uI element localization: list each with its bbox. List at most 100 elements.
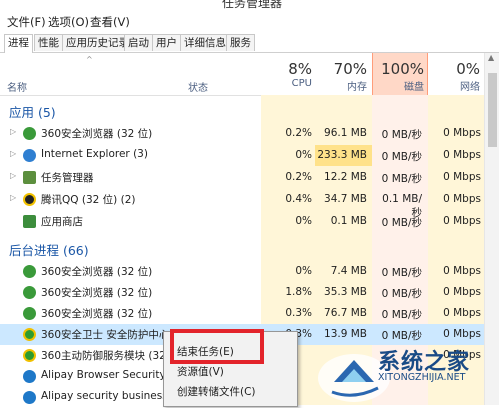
process-name: 360安全浏览器 (32 位) <box>41 266 153 278</box>
tab-app-history[interactable]: 应用历史记录 <box>62 34 133 51</box>
net-value: 0 Mbps <box>443 127 481 139</box>
disk-value: 0 MB/秒 <box>381 217 422 229</box>
header-disk[interactable]: 100% 磁盘 <box>372 53 428 95</box>
cpu-value: 0% <box>295 265 312 277</box>
header-cpu-label: CPU <box>291 78 312 89</box>
cpu-value: 0.3% <box>285 307 312 319</box>
group-background[interactable]: 后台进程 (66) <box>9 240 89 259</box>
process-name: 腾讯QQ (32 位) (2) <box>41 194 136 206</box>
browser-360-icon <box>23 265 36 278</box>
browser-360-icon <box>23 127 36 140</box>
process-row[interactable]: ▷ Internet Explorer (3) 0% 233.3 MB 0 MB… <box>0 145 484 166</box>
watermark-subtext: XITONGZHIJIA.NET <box>378 372 466 383</box>
window-title: 任务管理器 <box>222 0 283 10</box>
mem-value: 34.7 MB <box>324 193 367 205</box>
header-mem-label: 内存 <box>347 82 367 93</box>
expand-arrow-icon[interactable]: ▷ <box>10 149 16 158</box>
header-cpu-pct: 8% <box>288 60 312 78</box>
app-store-icon <box>23 215 36 228</box>
process-name: 360安全浏览器 (32 位) <box>41 287 153 299</box>
security-360-icon <box>23 328 36 341</box>
tab-performance[interactable]: 性能 <box>34 34 63 51</box>
net-value: 0 Mbps <box>443 265 481 277</box>
cpu-value: 0.2% <box>285 127 312 139</box>
column-header: ^ 名称 状态 8% CPU 70% 内存 100% 磁盘 0% 网络 <box>0 53 499 96</box>
menu-view[interactable]: 查看(V) <box>90 14 130 30</box>
header-cpu[interactable]: 8% CPU <box>261 53 312 95</box>
header-disk-label: 磁盘 <box>404 82 424 93</box>
ctx-create-dump[interactable]: 创建转储文件(C) <box>177 384 256 399</box>
process-name: 360安全浏览器 (32 位) <box>41 128 153 140</box>
net-value: 0 Mbps <box>443 171 481 183</box>
alipay-icon <box>23 391 36 404</box>
process-row[interactable]: 应用商店 0% 0.1 MB 0 MB/秒 0 Mbps <box>0 211 484 232</box>
expand-arrow-icon[interactable]: ▷ <box>10 193 16 202</box>
mem-value: 76.7 MB <box>324 307 367 319</box>
process-row[interactable]: ▷ 腾讯QQ (32 位) (2) 0.4% 34.7 MB 0.1 MB/秒 … <box>0 189 484 219</box>
net-value: 0 Mbps <box>443 307 481 319</box>
task-manager-icon <box>23 171 36 184</box>
tab-bar: 进程 性能 应用历史记录 启动 用户 详细信息 服务 <box>0 33 499 53</box>
highlight-box <box>170 329 264 364</box>
tab-users[interactable]: 用户 <box>152 34 181 51</box>
qq-penguin-icon <box>23 193 36 206</box>
header-memory[interactable]: 70% 内存 <box>315 53 367 95</box>
expand-arrow-icon[interactable]: ▷ <box>10 127 16 136</box>
header-network[interactable]: 0% 网络 <box>428 53 480 95</box>
menu-options[interactable]: 选项(O) <box>48 14 89 30</box>
header-disk-pct: 100% <box>381 60 424 78</box>
cpu-value: 0.4% <box>285 193 312 205</box>
ctx-resource-values[interactable]: 资源值(V) <box>177 364 224 379</box>
defense-360-icon <box>23 349 36 362</box>
net-value: 0 Mbps <box>443 149 481 161</box>
process-name: 任务管理器 <box>41 172 94 184</box>
scroll-thumb[interactable] <box>488 73 497 147</box>
mem-value: 96.1 MB <box>324 127 367 139</box>
process-row[interactable]: 360安全浏览器 (32 位) 0.3% 76.7 MB 0 MB/秒 0 Mb… <box>0 303 484 324</box>
menu-bar: 文件(F) 选项(O) 查看(V) <box>0 12 499 32</box>
mem-value: 7.4 MB <box>330 265 367 277</box>
cpu-value: 1.8% <box>285 286 312 298</box>
browser-360-icon <box>23 307 36 320</box>
header-status[interactable]: 状态 <box>188 79 208 94</box>
group-apps[interactable]: 应用 (5) <box>9 102 56 121</box>
process-row[interactable]: ▷ 任务管理器 0.2% 12.2 MB 0 MB/秒 0 Mbps <box>0 167 484 188</box>
net-value: 0 Mbps <box>443 286 481 298</box>
disk-value: 0 MB/秒 <box>381 267 422 279</box>
mem-value: 233.3 MB <box>317 149 367 161</box>
process-row[interactable]: 360安全浏览器 (32 位) 1.8% 35.3 MB 0 MB/秒 0 Mb… <box>0 282 484 303</box>
mem-value: 0.1 MB <box>330 215 367 227</box>
process-name: Internet Explorer (3) <box>41 148 148 160</box>
process-row[interactable]: ▷ 360安全浏览器 (32 位) 0.2% 96.1 MB 0 MB/秒 0 … <box>0 123 484 144</box>
disk-value: 0 MB/秒 <box>381 151 422 163</box>
expand-arrow-icon[interactable]: ▷ <box>10 171 16 180</box>
browser-360-icon <box>23 286 36 299</box>
tab-startup[interactable]: 启动 <box>124 34 153 51</box>
tab-services[interactable]: 服务 <box>226 34 255 51</box>
internet-explorer-icon <box>23 149 36 162</box>
mem-value: 12.2 MB <box>324 171 367 183</box>
alipay-icon <box>23 370 36 383</box>
disk-value: 0 MB/秒 <box>381 173 422 185</box>
title-bar: 任务管理器 <box>0 0 499 12</box>
tab-processes[interactable]: 进程 <box>4 34 33 53</box>
tab-details[interactable]: 详细信息 <box>180 34 230 51</box>
process-row[interactable]: 360安全浏览器 (32 位) 0% 7.4 MB 0 MB/秒 0 Mbps <box>0 261 484 282</box>
cpu-value: 0% <box>295 149 312 161</box>
sort-arrow-icon: ^ <box>86 55 93 64</box>
cpu-value: 0.2% <box>285 171 312 183</box>
menu-file[interactable]: 文件(F) <box>7 14 46 30</box>
disk-value: 0 MB/秒 <box>381 309 422 321</box>
header-name[interactable]: 名称 <box>7 79 27 94</box>
disk-value: 0 MB/秒 <box>381 288 422 300</box>
mem-value: 35.3 MB <box>324 286 367 298</box>
process-name: 360安全浏览器 (32 位) <box>41 308 153 320</box>
header-net-label: 网络 <box>460 82 480 93</box>
process-name: 应用商店 <box>41 216 83 228</box>
disk-value: 0 MB/秒 <box>381 129 422 141</box>
scroll-up-icon[interactable]: ▲ <box>488 53 494 62</box>
cpu-value: 0% <box>295 215 312 227</box>
header-net-pct: 0% <box>456 60 480 78</box>
net-value: 0 Mbps <box>443 215 481 227</box>
net-value: 0 Mbps <box>443 193 481 205</box>
